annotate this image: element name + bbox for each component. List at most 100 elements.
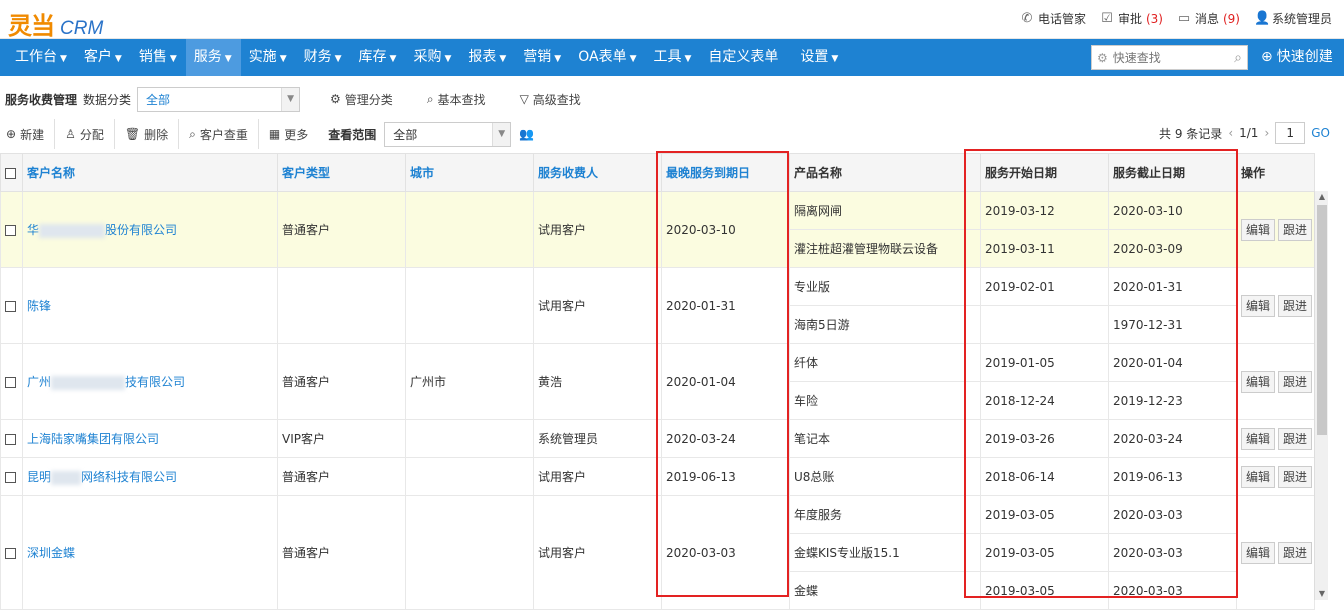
checkbox[interactable] [5,167,16,179]
next-page-icon[interactable]: › [1264,126,1269,140]
header-payer[interactable]: 服务收费人 [533,153,662,192]
row-select[interactable] [0,457,23,496]
edit-button[interactable]: 编辑 [1241,427,1276,450]
row-actions: 编辑 跟进 [1236,495,1315,610]
checkbox[interactable] [5,300,16,312]
customer-name-link[interactable]: 广州 技有限公司 [22,343,278,420]
end-date: 1970-12-31 [1108,305,1237,344]
row-select[interactable] [0,343,23,420]
nav-item-customer[interactable]: 客户 ▼ [76,39,131,76]
more-button[interactable]: ▦ 更多 [259,119,318,149]
scroll-up-icon[interactable]: ▲ [1315,191,1329,203]
nav-item-sales[interactable]: 销售 ▼ [131,39,186,76]
search-icon[interactable]: ⌕ [1234,50,1242,66]
row-select[interactable] [0,419,23,458]
service-fee-table: 客户名称 客户类型 城市 服务收费人 最晚服务到期日 产品名称 服务开始日期 服… [0,153,1315,610]
page-title: 服务收费管理 [5,92,78,107]
follow-button[interactable]: 跟进 [1278,370,1313,393]
nav-item-inventory[interactable]: 库存 ▼ [351,39,406,76]
checkbox[interactable] [5,433,16,445]
basic-search-button[interactable]: ⌕ 基本查找 [427,91,486,108]
nav-item-finance[interactable]: 财务 ▼ [296,39,351,76]
nav-item-service[interactable]: 服务 ▼ [185,39,241,76]
customer-name-link[interactable]: 深圳金蝶 [22,495,278,610]
new-button[interactable]: ⊕ 新建 [0,119,56,149]
select-all[interactable] [0,153,23,192]
nav-item-marketing[interactable]: 营销 ▼ [515,39,570,76]
nav-item-custom-forms[interactable]: 自定义表单 [700,39,792,76]
gear-icon: ⚙ [330,92,341,106]
product-name: 隔离网闸 [789,191,981,230]
nav-item-implementation[interactable]: 实施 ▼ [241,39,296,76]
phone-manager-link[interactable]: ✆ 电话管家 [1020,10,1085,27]
customer-name-link[interactable]: 昆明 网络科技有限公司 [22,457,278,496]
page-input[interactable]: 1 [1275,122,1306,144]
header-type[interactable]: 客户类型 [277,153,406,192]
table-row: 昆明 网络科技有限公司 普通客户 试用客户 2019-06-13 U8总账 201… [0,457,1315,496]
row-select[interactable] [0,495,23,610]
header-city[interactable]: 城市 [405,153,534,192]
nav-item-oa-forms[interactable]: OA表单 ▼ [570,39,645,76]
edit-button[interactable]: 编辑 [1241,294,1276,317]
manage-category-button[interactable]: ⚙ 管理分类 [330,91,393,108]
advanced-search-button[interactable]: ▽ 高级查找 [520,91,581,108]
user-menu[interactable]: 👤 系统管理员 [1254,10,1332,27]
nav-item-purchase[interactable]: 采购 ▼ [405,39,460,76]
customer-name-link[interactable]: 华股份有限公司 [22,191,278,268]
payer: 系统管理员 [533,419,662,458]
assign-button[interactable]: ♙ 分配 [55,119,115,149]
edit-button[interactable]: 编辑 [1241,218,1276,241]
row-select[interactable] [0,267,23,344]
follow-button[interactable]: 跟进 [1278,427,1313,450]
users-icon[interactable]: 👥 [519,127,534,141]
messages-link[interactable]: ▭ 消息 (9) [1177,10,1240,27]
prev-page-icon[interactable]: ‹ [1228,126,1233,140]
dedupe-button[interactable]: ⌕ 客户查重 [179,119,259,149]
edit-button[interactable]: 编辑 [1241,541,1276,564]
user-icon: ♙ [65,127,76,141]
latest-due: 2020-01-04 [661,343,790,420]
start-date: 2019-03-26 [980,419,1109,458]
caret-down-icon: ▼ [114,54,122,64]
trash-icon: 🗑 [124,127,141,141]
edit-button[interactable]: 编辑 [1241,465,1276,488]
follow-button[interactable]: 跟进 [1278,465,1313,488]
end-date: 2020-03-09 [1108,229,1237,268]
product-name: 笔记本 [789,419,981,458]
product-name: 年度服务 [789,495,981,534]
approval-link[interactable]: ☑ 审批 (3) [1100,10,1163,27]
follow-button[interactable]: 跟进 [1278,541,1313,564]
edit-button[interactable]: 编辑 [1241,370,1276,393]
nav-item-tools[interactable]: 工具 ▼ [646,39,701,76]
delete-button[interactable]: 🗑 删除 [115,119,180,149]
customer-name-link[interactable]: 陈锋 [22,267,278,344]
quick-search-input[interactable] [1112,50,1235,65]
product-name: 金蝶 [789,571,981,610]
vertical-scrollbar[interactable]: ▲ ▼ [1314,191,1328,600]
checkbox[interactable] [5,376,16,388]
app-logo[interactable]: 灵当 CRM [8,6,103,41]
follow-button[interactable]: 跟进 [1278,218,1313,241]
city: 广州市 [405,343,534,420]
checkbox[interactable] [5,471,16,483]
scrollbar-thumb[interactable] [1317,205,1327,435]
nav-item-workbench[interactable]: 工作台 ▼ [0,39,76,76]
checkbox[interactable] [5,547,16,559]
category-select[interactable]: 全部 ▼ [137,86,301,112]
header-end: 服务截止日期 [1108,153,1237,192]
nav-item-settings[interactable]: 设置 ▼ [792,39,847,76]
customer-type: 普通客户 [277,343,406,420]
header-name[interactable]: 客户名称 [22,153,278,192]
scroll-down-icon[interactable]: ▼ [1315,588,1329,600]
nav-item-reports[interactable]: 报表 ▼ [460,39,515,76]
header-latest-due[interactable]: 最晚服务到期日 [661,153,790,192]
follow-button[interactable]: 跟进 [1278,294,1313,317]
go-button[interactable]: GO [1311,126,1330,140]
scope-select[interactable]: 全部 ▼ [384,121,512,147]
quick-create-button[interactable]: ⊕ 快速创建 [1261,39,1333,76]
main-nav: 工作台 ▼ 客户 ▼ 销售 ▼ 服务 ▼ 实施 ▼ 财务 ▼ 库存 ▼ 采购 ▼ 报表 ▼ 营销 ▼… [0,39,1344,76]
quick-search[interactable]: ⚙ ⌕ [1091,45,1248,70]
checkbox[interactable] [5,224,16,236]
row-select[interactable] [0,191,23,268]
customer-name-link[interactable]: 上海陆家嘴集团有限公司 [22,419,278,458]
